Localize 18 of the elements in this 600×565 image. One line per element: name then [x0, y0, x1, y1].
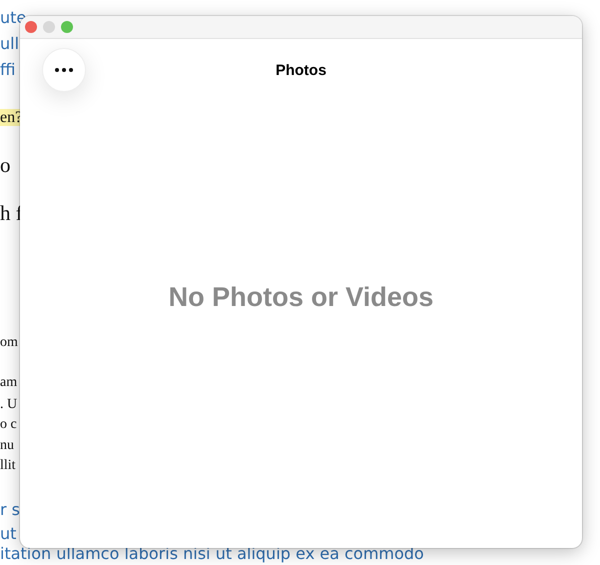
link-text[interactable]: itation ullamco laboris nisi ut aliquip ex ea commodo: [0, 544, 424, 563]
heading-text: o: [0, 153, 10, 177]
zoom-button[interactable]: [61, 21, 73, 33]
window-title: Photos: [276, 62, 326, 78]
body-text: . U: [0, 397, 18, 412]
link-text[interactable]: ull: [0, 34, 20, 53]
body-text: nu: [0, 438, 14, 453]
link-text[interactable]: ffi: [0, 60, 16, 79]
body-text: o c: [0, 417, 17, 432]
body-text: am: [0, 375, 18, 390]
close-button[interactable]: [25, 21, 37, 33]
more-icon: [55, 68, 73, 72]
link-text[interactable]: r s: [0, 500, 20, 519]
body-text: om: [0, 335, 18, 350]
body-text: llit: [0, 458, 16, 473]
empty-message: No Photos or Videos: [168, 282, 434, 313]
more-button[interactable]: [42, 48, 86, 92]
link-text[interactable]: ut: [0, 524, 16, 543]
